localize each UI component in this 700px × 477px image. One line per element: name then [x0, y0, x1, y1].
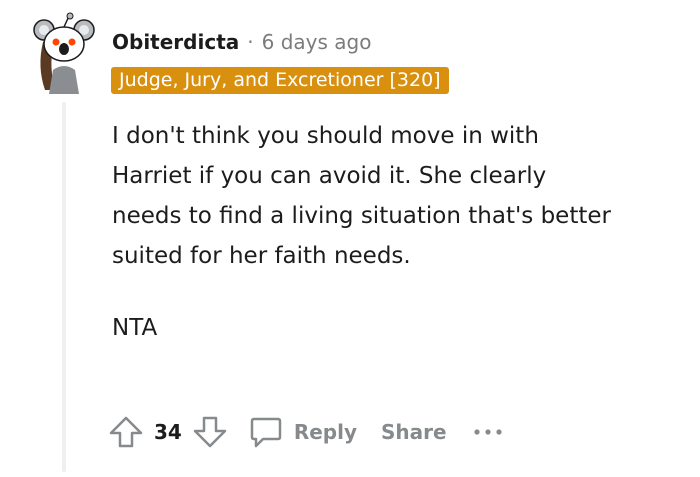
comment-timestamp[interactable]: 6 days ago — [262, 30, 372, 54]
comment: Obiterdicta · 6 days ago Judge, Jury, an… — [0, 0, 700, 477]
separator-dot: · — [247, 30, 254, 54]
comment-paragraph: NTA — [112, 315, 158, 341]
user-avatar[interactable] — [33, 12, 95, 94]
thread-collapse-line[interactable] — [62, 102, 66, 472]
downvote-arrow-icon — [193, 416, 227, 448]
username-link[interactable]: Obiterdicta — [112, 30, 239, 54]
reply-button[interactable]: Reply — [248, 414, 357, 450]
snoo-avatar-icon — [33, 12, 95, 94]
comment-body: I don't think you should move in with Ha… — [112, 116, 612, 348]
upvote-button[interactable] — [108, 414, 144, 450]
comment-paragraph: I don't think you should move in with Ha… — [112, 123, 611, 269]
comment-action-bar: 34 Reply Share — [108, 410, 503, 454]
user-flair[interactable]: Judge, Jury, and Excretioner [320] — [111, 67, 449, 94]
comment-header: Obiterdicta · 6 days ago — [112, 30, 371, 54]
more-options-icon — [474, 429, 502, 435]
upvote-arrow-icon — [109, 416, 143, 448]
reply-label: Reply — [293, 420, 358, 444]
more-options-button[interactable] — [473, 427, 503, 437]
vote-score: 34 — [154, 420, 182, 444]
share-button[interactable]: Share — [381, 420, 447, 444]
speech-bubble-icon — [250, 417, 282, 448]
downvote-button[interactable] — [192, 414, 228, 450]
